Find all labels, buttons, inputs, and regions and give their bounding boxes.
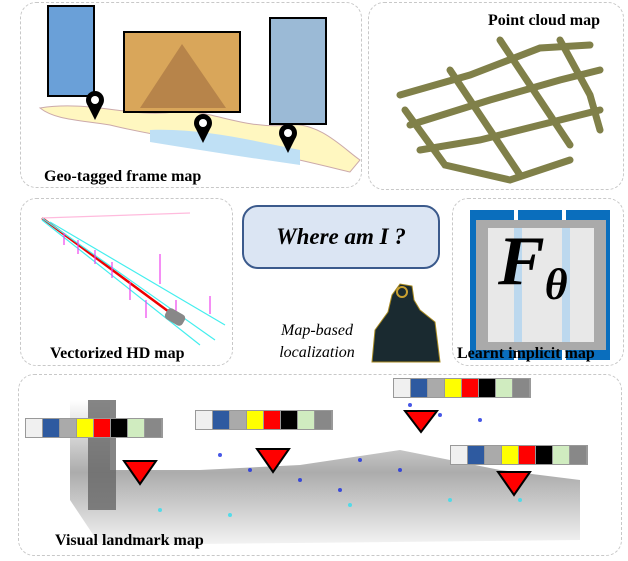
landmark-label: Visual landmark map	[55, 532, 204, 549]
descriptor-cell	[502, 446, 519, 464]
robot-icon	[371, 283, 441, 363]
descriptor-cell	[111, 419, 128, 437]
descriptor-cell	[213, 411, 230, 429]
panel-landmark	[18, 374, 622, 556]
geo-label: Geo-tagged frame map	[44, 168, 202, 185]
descriptor-cell	[462, 379, 479, 397]
descriptor-cell	[77, 419, 94, 437]
figure: Geo-tagged frame map Point cloud map Vec…	[0, 0, 628, 561]
descriptor-cell	[247, 411, 264, 429]
descriptor-cell	[264, 411, 281, 429]
descriptor-cell	[394, 379, 411, 397]
localization-caption: Map-based localization	[262, 320, 372, 364]
descriptor-cell	[281, 411, 298, 429]
speech-bubble: Where am I ?	[242, 205, 440, 269]
descriptor-cell	[128, 419, 145, 437]
pointcloud-label: Point cloud map	[488, 12, 601, 29]
descriptor-cell	[298, 411, 315, 429]
descriptor-bar	[450, 445, 588, 465]
descriptor-bar	[393, 378, 531, 398]
descriptor-cell	[553, 446, 570, 464]
descriptor-cell	[519, 446, 536, 464]
caption-line2: localization	[279, 344, 355, 361]
descriptor-cell	[94, 419, 111, 437]
descriptor-cell	[496, 379, 513, 397]
caption-line1: Map-based	[281, 322, 353, 339]
panel-point-cloud	[368, 2, 624, 190]
descriptor-cell	[196, 411, 213, 429]
panel-geo-tagged	[20, 2, 362, 188]
descriptor-cell	[513, 379, 530, 397]
f-theta-symbol: Fθ	[498, 222, 568, 310]
implicit-label: Learnt implicit map	[457, 345, 595, 362]
descriptor-cell	[445, 379, 462, 397]
descriptor-cell	[468, 446, 485, 464]
descriptor-cell	[485, 446, 502, 464]
descriptor-cell	[315, 411, 332, 429]
descriptor-cell	[411, 379, 428, 397]
descriptor-cell	[60, 419, 77, 437]
descriptor-cell	[428, 379, 445, 397]
descriptor-cell	[451, 446, 468, 464]
question-text: Where am I ?	[276, 224, 406, 249]
descriptor-cell	[43, 419, 60, 437]
descriptor-bar	[25, 418, 163, 438]
theta-subscript: θ	[544, 260, 568, 309]
descriptor-cell	[570, 446, 587, 464]
descriptor-cell	[145, 419, 162, 437]
descriptor-cell	[230, 411, 247, 429]
hd-label: Vectorized HD map	[50, 345, 185, 362]
descriptor-cell	[479, 379, 496, 397]
descriptor-cell	[536, 446, 553, 464]
descriptor-cell	[26, 419, 43, 437]
descriptor-bar	[195, 410, 333, 430]
panel-hd-map	[20, 198, 233, 366]
f-symbol: F	[498, 223, 545, 300]
